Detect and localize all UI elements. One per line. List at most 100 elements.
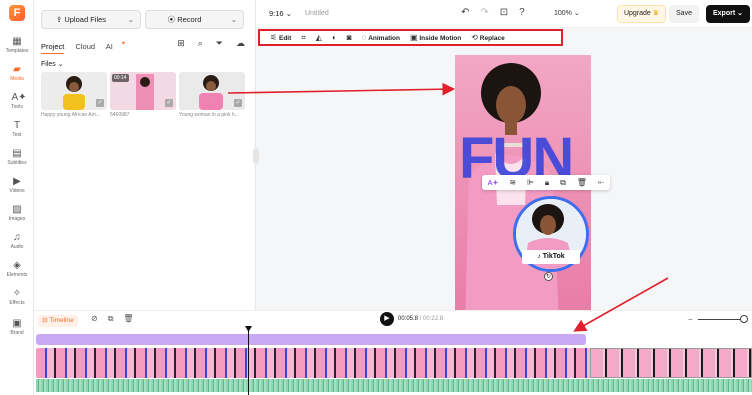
duplicate-icon[interactable]: ⧉ <box>108 314 114 324</box>
effects-icon: ✧ <box>12 288 22 299</box>
overlay-track[interactable] <box>36 334 586 345</box>
ai-edit-icon[interactable]: A✦ <box>487 179 498 187</box>
opacity-icon[interactable]: ◐ <box>332 33 337 42</box>
search-icon[interactable]: ⌕ <box>198 38 203 49</box>
delete-icon[interactable]: 🗑︎ <box>577 178 587 187</box>
rotate-icon[interactable]: ↻ <box>544 272 553 281</box>
inside-motion-button[interactable]: ▣ Inside Motion <box>410 33 461 42</box>
sidebar-item-videos[interactable]: ▶ Videos <box>0 176 34 194</box>
media-tabs: Project Cloud AI ✦ <box>41 40 144 54</box>
zoom-out-icon[interactable]: − <box>688 315 693 324</box>
history-controls: ↶ ↷ ⊡ ? <box>461 7 525 18</box>
chevron-down-icon[interactable]: ⌄ <box>231 11 237 28</box>
media-thumbnail[interactable]: 00:14 ✓ <box>110 72 176 110</box>
media-caption: Happy young African Am... <box>41 112 100 118</box>
crown-icon: ♛ <box>652 10 660 17</box>
tiktok-icon: ♪ <box>537 253 541 260</box>
new-folder-icon[interactable]: ⊞ <box>177 38 185 49</box>
tab-project[interactable]: Project <box>41 41 65 54</box>
timeline-icon: ⊟ <box>42 317 48 324</box>
cloud-off-icon[interactable]: ☁ <box>236 38 245 49</box>
checkbox-icon[interactable]: ✓ <box>96 99 104 107</box>
panel-actions: ⊞ ⌕ ⏷ ☁ <box>177 38 245 49</box>
brand-icon: ▣ <box>12 318 22 329</box>
chevron-down-icon: ⌄ <box>57 61 64 68</box>
motion-icon: ▣ <box>409 33 418 42</box>
timeline-actions: ⊘ ⧉ 🗑︎ <box>91 314 134 324</box>
media-caption: Young woman in a pink h... <box>179 112 239 118</box>
audio-track[interactable] <box>36 379 752 392</box>
redo-icon[interactable]: ↷ <box>480 7 488 18</box>
animation-button[interactable]: ◌ Animation <box>362 33 400 42</box>
duplicate-icon[interactable]: ⧉ <box>560 178 566 188</box>
images-icon: ▨ <box>12 204 22 215</box>
crop-icon[interactable]: ⌗ <box>301 33 306 43</box>
zoom-slider[interactable] <box>698 319 744 320</box>
sidebar-item-text[interactable]: T Text <box>0 120 34 138</box>
left-rail: F ▦ Templates ▰ Media A✦ Tools T Text ▤ Subti… <box>0 0 34 395</box>
playhead[interactable] <box>248 326 249 395</box>
sidebar-item-effects[interactable]: ✧ Effects <box>0 288 34 306</box>
animation-icon: ◌ <box>361 33 367 42</box>
edit-button[interactable]: ⚟ Edit <box>270 33 291 42</box>
upload-files-button[interactable]: ⇪ Upload Files ⌄ <box>41 10 141 29</box>
aspect-ratio-select[interactable]: 9:16 ⌄ <box>269 9 292 18</box>
videos-icon: ▶ <box>13 176 21 187</box>
tab-ai[interactable]: AI ✦ <box>106 41 135 51</box>
zoom-slider-handle[interactable] <box>740 315 748 323</box>
media-thumbnail[interactable]: ✓ <box>41 72 107 110</box>
chevron-down-icon: ⌄ <box>573 10 580 17</box>
tiktok-sticker[interactable]: ♪ TikTok <box>522 250 580 264</box>
play-button[interactable]: ▶ <box>380 312 394 326</box>
chevron-down-icon[interactable]: ⌄ <box>128 11 134 28</box>
floating-toolbar: A✦ ≋ ⊫ 🔒︎ ⧉ 🗑︎ ⇤ <box>482 175 610 190</box>
sidebar-item-subtitles[interactable]: ▤ Subtitles <box>0 148 34 166</box>
sidebar-item-templates[interactable]: ▦ Templates <box>0 36 34 54</box>
context-toolbar: ⚟ Edit ⌗ ◭ ◐ ◙ ◌ Animation ▣ Inside Moti… <box>258 29 563 46</box>
lock-icon[interactable]: 🔒︎ <box>545 178 549 188</box>
chevron-down-icon: ⌄ <box>737 10 743 17</box>
media-panel: ⇪ Upload Files ⌄ ⦿ Record ⌄ Project Clou… <box>34 0 256 310</box>
media-thumbnail[interactable]: ✓ <box>179 72 245 110</box>
save-button[interactable]: Save <box>669 5 699 23</box>
checkbox-icon[interactable]: ✓ <box>234 99 242 107</box>
layers-icon[interactable]: ≋ <box>509 178 516 187</box>
undo-icon[interactable]: ↶ <box>461 7 469 18</box>
export-button[interactable]: Export ⌄ <box>706 5 750 23</box>
replace-button[interactable]: ⟲ Replace <box>471 33 504 42</box>
record-button[interactable]: ⦿ Record ⌄ <box>145 10 244 29</box>
sidebar-item-images[interactable]: ▨ Images <box>0 204 34 222</box>
upgrade-button[interactable]: Upgrade ♛ <box>617 5 666 23</box>
timeline: ⊟ Timeline ⊘ ⧉ 🗑︎ ▶ 00:05.8 / 00:22.8 − <box>34 310 752 395</box>
video-frame[interactable]: FUN <box>455 55 591 326</box>
replace-icon: ⟲ <box>471 33 478 42</box>
panel-collapse-handle[interactable] <box>253 148 259 164</box>
play-icon: ▶ <box>384 315 390 322</box>
sidebar-item-brand[interactable]: ▣ Brand <box>0 318 34 336</box>
delete-icon[interactable]: 🗑︎ <box>123 314 133 324</box>
files-header[interactable]: Files ⌄ <box>41 60 64 68</box>
sidebar-item-audio[interactable]: ♫ Audio <box>0 232 34 250</box>
mask-icon[interactable]: ◙ <box>347 33 352 42</box>
collapse-icon[interactable]: ⇤ <box>598 178 605 187</box>
zoom-select[interactable]: 100% ⌄ <box>554 9 580 17</box>
flip-icon[interactable]: ◭ <box>316 33 322 42</box>
help-icon[interactable]: ? <box>519 7 525 18</box>
templates-icon: ▦ <box>12 36 22 47</box>
screenshot-icon[interactable]: ⊡ <box>500 7 508 18</box>
elements-icon: ◈ <box>13 260 21 271</box>
timeline-toggle[interactable]: ⊟ Timeline <box>38 315 78 327</box>
main-video-track[interactable] <box>36 348 592 378</box>
sidebar-item-media[interactable]: ▰ Media <box>0 64 34 82</box>
split-icon[interactable]: ⊘ <box>91 314 98 324</box>
checkbox-icon[interactable]: ✓ <box>165 99 173 107</box>
sliders-icon: ⚟ <box>270 33 278 42</box>
sidebar-item-tools[interactable]: A✦ Tools <box>0 92 34 110</box>
align-icon[interactable]: ⊫ <box>527 178 534 187</box>
sidebar-item-elements[interactable]: ◈ Elements <box>0 260 34 278</box>
filter-icon[interactable]: ⏷ <box>216 38 223 49</box>
project-title[interactable]: Untitled <box>305 10 329 17</box>
audio-icon: ♫ <box>13 232 21 243</box>
tab-cloud[interactable]: Cloud <box>75 42 95 51</box>
second-video-track[interactable] <box>590 348 752 378</box>
